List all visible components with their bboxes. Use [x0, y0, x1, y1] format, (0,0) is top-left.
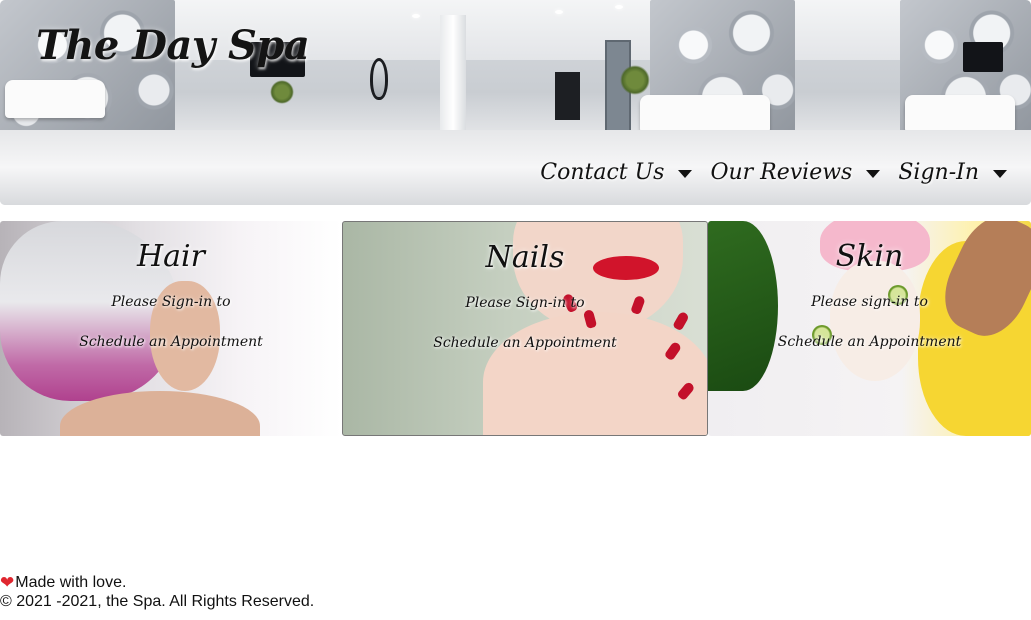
service-cards: Hair Please Sign-in to Schedule an Appoi…: [0, 221, 1031, 436]
hero-sofa-right: [905, 95, 1015, 133]
main-nav: Contact Us Our Reviews Sign-In: [540, 160, 1007, 185]
service-schedule-link-hair[interactable]: Schedule an Appointment: [0, 334, 342, 350]
hero-ceiling-light: [615, 5, 623, 9]
nav-our-reviews-label: Our Reviews: [710, 160, 853, 185]
hero-sofa-center: [640, 95, 770, 133]
nav-sign-in-dropdown[interactable]: Sign-In: [898, 160, 1007, 185]
nav-contact-us-label: Contact Us: [540, 160, 665, 185]
page-footer: ❤ Made with love. © 2021 -2021, the Spa.…: [0, 573, 314, 611]
service-schedule-link-skin[interactable]: Schedule an Appointment: [708, 334, 1031, 350]
caret-down-icon: [678, 169, 693, 178]
hero-mirror: [370, 58, 388, 100]
hero-shelf: [555, 72, 580, 120]
nails-model-neck: [483, 312, 707, 435]
hero-pillar: [440, 15, 466, 135]
caret-down-icon: [993, 169, 1007, 178]
service-title-hair: Hair: [137, 239, 205, 274]
service-schedule-link-nails[interactable]: Schedule an Appointment: [343, 335, 707, 351]
service-signin-prompt-skin[interactable]: Please sign-in to: [708, 294, 1031, 310]
service-title-nails: Nails: [485, 240, 565, 275]
footer-copyright: © 2021 -2021, the Spa. All Rights Reserv…: [0, 593, 315, 610]
service-signin-prompt-hair[interactable]: Please Sign-in to: [0, 294, 342, 310]
footer-made-with-text: Made with love.: [15, 574, 127, 591]
service-card-skin[interactable]: Skin Please sign-in to Schedule an Appoi…: [708, 221, 1031, 436]
caret-down-icon: [866, 169, 881, 178]
hero-plant-left: [270, 80, 294, 104]
skin-model-face: [830, 261, 920, 381]
service-card-nails[interactable]: Nails Please Sign-in to Schedule an Appo…: [342, 221, 708, 436]
hero-sofa-left: [5, 80, 105, 118]
footer-made-with-love: ❤ Made with love.: [0, 573, 314, 592]
service-title-skin: Skin: [835, 239, 904, 274]
hero-plant: [620, 65, 650, 95]
hero-ceiling-light: [555, 10, 563, 14]
service-card-hair[interactable]: Hair Please Sign-in to Schedule an Appoi…: [0, 221, 342, 436]
nav-contact-us-dropdown[interactable]: Contact Us: [540, 160, 693, 185]
site-title[interactable]: The Day Spa: [36, 22, 310, 69]
service-signin-prompt-nails[interactable]: Please Sign-in to: [343, 295, 707, 311]
nav-sign-in-label: Sign-In: [898, 160, 979, 185]
nail-icon: [672, 310, 690, 332]
hero-header: The Day Spa Contact Us Our Reviews Sign-…: [0, 0, 1031, 205]
heart-icon: ❤: [0, 573, 15, 592]
nav-our-reviews-dropdown[interactable]: Our Reviews: [710, 160, 881, 185]
hero-ceiling-light: [412, 14, 420, 18]
hero-tv-right: [963, 42, 1003, 72]
